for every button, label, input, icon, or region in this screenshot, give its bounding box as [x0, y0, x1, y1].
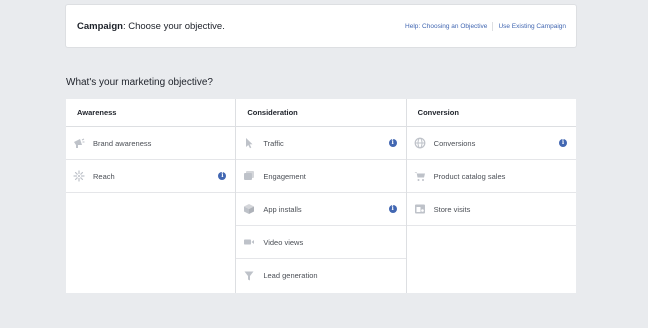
video-camera-icon [243, 236, 255, 248]
campaign-header: Campaign: Choose your objective. Help: C… [66, 5, 576, 47]
column-consideration: Consideration Traffic i Engagement App i… [235, 99, 406, 293]
objective-label: Lead generation [263, 271, 318, 280]
column-heading: Awareness [66, 99, 236, 127]
objective-grid: Awareness Brand awareness Reach i Consid… [66, 99, 576, 293]
objective-label: Store visits [433, 204, 471, 214]
reach-burst-icon [73, 170, 85, 182]
column-heading: Conversion [406, 99, 576, 127]
megaphone-icon [73, 137, 85, 149]
objective-reach[interactable]: Reach i [66, 160, 236, 193]
funnel-icon [243, 270, 255, 282]
help-choosing-objective-link[interactable]: Help: Choosing an Objective [405, 23, 487, 30]
info-icon[interactable]: i [388, 205, 397, 213]
section-title: What's your marketing objective? [66, 77, 213, 88]
objective-label: Conversions [433, 138, 476, 148]
column-conversion: Conversion Conversions i Product catalog… [405, 99, 576, 293]
page-title: Campaign: Choose your objective. [77, 21, 225, 32]
objective-lead-generation[interactable]: Lead generation [236, 259, 405, 292]
objective-label: Reach [93, 171, 115, 181]
objective-conversions[interactable]: Conversions i [406, 127, 576, 160]
objective-app-installs[interactable]: App installs i [236, 193, 406, 226]
objective-label: Traffic [263, 138, 284, 148]
link-divider [492, 22, 494, 31]
objective-traffic[interactable]: Traffic i [236, 127, 406, 160]
objective-label: Brand awareness [93, 138, 152, 148]
globe-icon [414, 137, 426, 149]
objective-product-catalog-sales[interactable]: Product catalog sales [406, 160, 576, 193]
objective-brand-awareness[interactable]: Brand awareness [66, 127, 236, 160]
column-heading: Consideration [236, 99, 406, 127]
info-icon[interactable]: i [218, 172, 227, 180]
title-instruction: : Choose your objective. [122, 21, 225, 32]
engagement-icon [243, 170, 255, 182]
column-awareness: Awareness Brand awareness Reach i [66, 99, 236, 293]
use-existing-campaign-link[interactable]: Use Existing Campaign [498, 23, 566, 30]
objective-engagement[interactable]: Engagement [236, 160, 406, 193]
objective-label: Video views [263, 237, 304, 247]
objective-label: Engagement [263, 171, 306, 181]
box-icon [243, 203, 255, 215]
info-icon[interactable]: i [388, 139, 397, 147]
store-icon [414, 203, 426, 215]
title-campaign: Campaign [77, 21, 123, 32]
cursor-icon [243, 137, 255, 149]
objective-label: Product catalog sales [433, 171, 506, 181]
info-icon[interactable]: i [558, 139, 567, 147]
objective-video-views[interactable]: Video views [236, 226, 406, 259]
cart-icon [414, 170, 426, 182]
objective-label: App installs [263, 204, 302, 214]
objective-store-visits[interactable]: Store visits [406, 193, 576, 226]
header-links: Help: Choosing an Objective Use Existing… [405, 22, 566, 31]
